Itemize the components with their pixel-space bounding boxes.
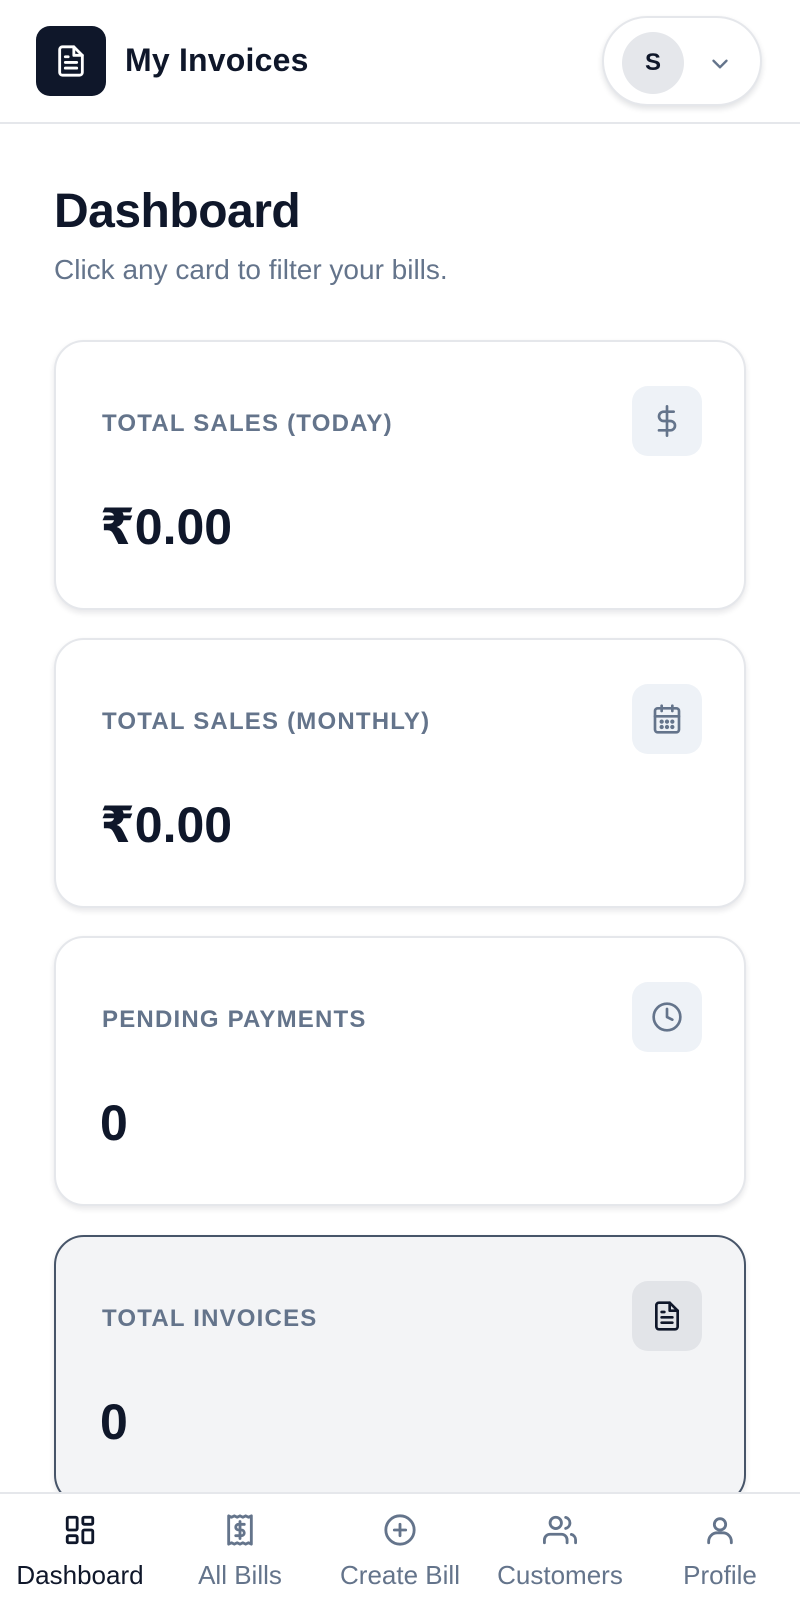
- card-label: TOTAL SALES (TODAY): [102, 410, 393, 437]
- card-value: ₹0.00: [100, 499, 233, 555]
- avatar: S: [622, 32, 684, 94]
- users-icon: [542, 1512, 578, 1548]
- document-icon: [58, 45, 84, 77]
- card-label: TOTAL SALES (MONTHLY): [102, 708, 431, 735]
- grid-icon: [62, 1512, 98, 1548]
- plus-circle-icon: [382, 1512, 418, 1548]
- top-header: My Invoices S: [0, 0, 800, 124]
- card-label: TOTAL INVOICES: [102, 1305, 318, 1332]
- clock-icon: [652, 1002, 682, 1032]
- nav-item-profile[interactable]: Profile: [640, 1494, 800, 1608]
- app-title: My Invoices: [125, 42, 309, 78]
- nav-label: Profile: [683, 1560, 757, 1590]
- nav-item-create-bill[interactable]: Create Bill: [320, 1494, 480, 1608]
- card-value: ₹0.00: [100, 797, 233, 853]
- card-value: 0: [100, 1394, 128, 1450]
- nav-label: Customers: [497, 1560, 623, 1590]
- dollar-icon: [657, 405, 677, 437]
- user-menu-button[interactable]: S: [602, 16, 762, 106]
- card-pending-payments[interactable]: PENDING PAYMENTS 0: [54, 936, 746, 1206]
- card-icon-box: [632, 386, 702, 456]
- nav-item-all-bills[interactable]: All Bills: [160, 1494, 320, 1608]
- nav-label: All Bills: [198, 1560, 282, 1590]
- app-root: My Invoices S Dashboard Click any card t…: [0, 0, 800, 1608]
- page-title: Dashboard: [54, 185, 301, 238]
- page-subtitle: Click any card to filter your bills.: [54, 254, 448, 285]
- app-logo[interactable]: [36, 26, 106, 96]
- card-icon-box: [632, 982, 702, 1052]
- bottom-nav: Dashboard All Bills Create Bill Customer…: [0, 1492, 800, 1608]
- user-icon: [702, 1512, 738, 1548]
- chevron-down-icon: [706, 50, 734, 78]
- card-total-sales-today[interactable]: TOTAL SALES (TODAY) ₹0.00: [54, 340, 746, 610]
- receipt-icon: [222, 1512, 258, 1548]
- card-value: 0: [100, 1095, 128, 1151]
- document-icon: [655, 1301, 679, 1331]
- calendar-icon: [653, 704, 681, 734]
- card-icon-box: [632, 684, 702, 754]
- nav-item-customers[interactable]: Customers: [480, 1494, 640, 1608]
- card-total-sales-monthly[interactable]: TOTAL SALES (MONTHLY) ₹0.00: [54, 638, 746, 908]
- nav-label: Dashboard: [16, 1560, 144, 1590]
- nav-label: Create Bill: [340, 1560, 460, 1590]
- card-icon-box: [632, 1281, 702, 1351]
- nav-item-dashboard[interactable]: Dashboard: [0, 1494, 160, 1608]
- card-total-invoices[interactable]: TOTAL INVOICES 0: [54, 1235, 746, 1505]
- card-label: PENDING PAYMENTS: [102, 1006, 367, 1033]
